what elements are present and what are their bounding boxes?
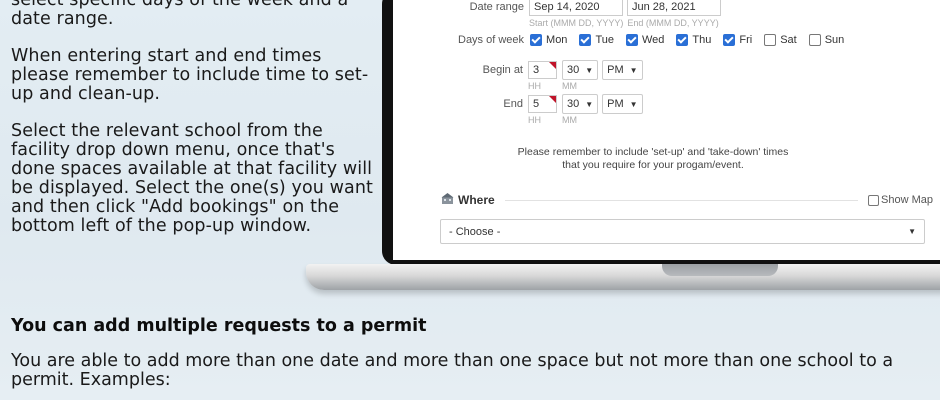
- date-range-label: Date range: [469, 1, 524, 13]
- setup-reminder: Please remember to include 'set-up' and …: [393, 146, 913, 172]
- booking-form-screen: Date range Sep 14, 2020 Jun 28, 2021 Sta…: [393, 0, 940, 260]
- instructions-text: select specific days of the week and a d…: [11, 0, 381, 254]
- section-heading: You can add multiple requests to a permi…: [11, 316, 427, 336]
- instructions-paragraph-1: select specific days of the week and a d…: [11, 0, 349, 29]
- end-time-row: End 5 30 ▼ PM ▼: [478, 94, 643, 114]
- end-hour-field[interactable]: 5: [528, 95, 557, 113]
- end-mm-hint: MM: [562, 115, 577, 125]
- show-map-toggle[interactable]: Show Map: [868, 194, 933, 206]
- reminder-line-1: Please remember to include 'set-up' and …: [517, 146, 789, 158]
- days-of-week-label: Days of week: [458, 34, 525, 46]
- end-date-field[interactable]: Jun 28, 2021: [627, 0, 721, 16]
- begin-minute-select[interactable]: 30 ▼: [562, 60, 599, 80]
- end-minute-select[interactable]: 30 ▼: [562, 94, 599, 114]
- begin-hints-row: HH MM: [528, 81, 577, 91]
- show-map-label: Show Map: [881, 194, 933, 206]
- begin-time-row: Begin at 3 30 ▼ PM ▼: [478, 60, 643, 80]
- day-checkbox-sat[interactable]: Sat: [764, 34, 797, 46]
- begin-hh-hint: HH: [528, 81, 541, 91]
- where-divider: [504, 199, 859, 201]
- section-body: You are able to add more than one date a…: [11, 351, 894, 390]
- day-checkbox-mon[interactable]: Mon: [530, 34, 567, 46]
- date-range-row: Date range Sep 14, 2020 Jun 28, 2021: [463, 0, 721, 16]
- begin-at-label: Begin at: [482, 64, 523, 76]
- checkbox-fri[interactable]: [723, 34, 736, 46]
- checkbox-wed[interactable]: [625, 34, 638, 46]
- end-date-hint: End (MMM DD, YYYY): [627, 18, 719, 28]
- laptop-base: [306, 264, 940, 290]
- day-label: Tue: [595, 34, 614, 46]
- chevron-down-icon: ▼: [585, 65, 594, 75]
- day-label: Fri: [739, 34, 753, 46]
- reminder-line-2: that you require for your progam/event.: [562, 159, 744, 171]
- day-label: Wed: [641, 34, 665, 46]
- days-checkbox-group: Mon Tue Wed Thu Fri Sat Sun: [530, 34, 856, 46]
- day-label: Thu: [692, 34, 712, 46]
- day-label: Mon: [546, 34, 568, 46]
- facility-select[interactable]: - Choose - ▼: [440, 219, 925, 244]
- days-of-week-row: Days of week Mon Tue Wed Thu Fri Sat Sun: [458, 34, 856, 46]
- show-map-checkbox[interactable]: [868, 194, 880, 206]
- checkbox-tue[interactable]: [579, 34, 592, 46]
- day-label: Sat: [780, 34, 797, 46]
- date-hints-row: Start (MMM DD, YYYY) End (MMM DD, YYYY): [529, 18, 719, 28]
- instructions-paragraph-2: When entering start and end times please…: [11, 46, 369, 104]
- checkbox-thu[interactable]: [676, 34, 689, 46]
- end-ampm-select[interactable]: PM ▼: [602, 94, 643, 114]
- end-hh-hint: HH: [528, 115, 541, 125]
- facility-select-value: - Choose -: [449, 225, 501, 238]
- instructions-paragraph-3: Select the relevant school from the faci…: [11, 121, 374, 236]
- day-checkbox-tue[interactable]: Tue: [579, 34, 614, 46]
- begin-minute-value: 30: [567, 64, 580, 76]
- chevron-down-icon: ▼: [629, 99, 638, 109]
- checkbox-mon[interactable]: [530, 34, 543, 46]
- begin-ampm-select[interactable]: PM ▼: [602, 60, 643, 80]
- laptop-notch: [662, 264, 778, 276]
- begin-ampm-value: PM: [607, 64, 624, 76]
- day-checkbox-fri[interactable]: Fri: [723, 34, 752, 46]
- checkbox-sun[interactable]: [808, 34, 821, 46]
- end-minute-value: 30: [567, 98, 580, 110]
- where-title: Where: [458, 193, 495, 207]
- start-date-field[interactable]: Sep 14, 2020: [529, 0, 623, 16]
- begin-hour-field[interactable]: 3: [528, 61, 557, 79]
- day-label: Sun: [824, 34, 845, 46]
- day-checkbox-thu[interactable]: Thu: [676, 34, 711, 46]
- begin-mm-hint: MM: [562, 81, 577, 91]
- where-header: Where Show Map: [441, 192, 933, 208]
- chevron-down-icon: ▼: [629, 65, 638, 75]
- chevron-down-icon: ▼: [585, 99, 594, 109]
- day-checkbox-wed[interactable]: Wed: [625, 34, 665, 46]
- day-checkbox-sun[interactable]: Sun: [808, 34, 845, 46]
- start-date-hint: Start (MMM DD, YYYY): [529, 18, 624, 28]
- end-hints-row: HH MM: [528, 115, 577, 125]
- chevron-down-icon: ▼: [908, 227, 916, 236]
- building-icon: [441, 192, 454, 208]
- end-ampm-value: PM: [607, 98, 624, 110]
- end-label: End: [503, 98, 523, 110]
- checkbox-sat[interactable]: [764, 34, 777, 46]
